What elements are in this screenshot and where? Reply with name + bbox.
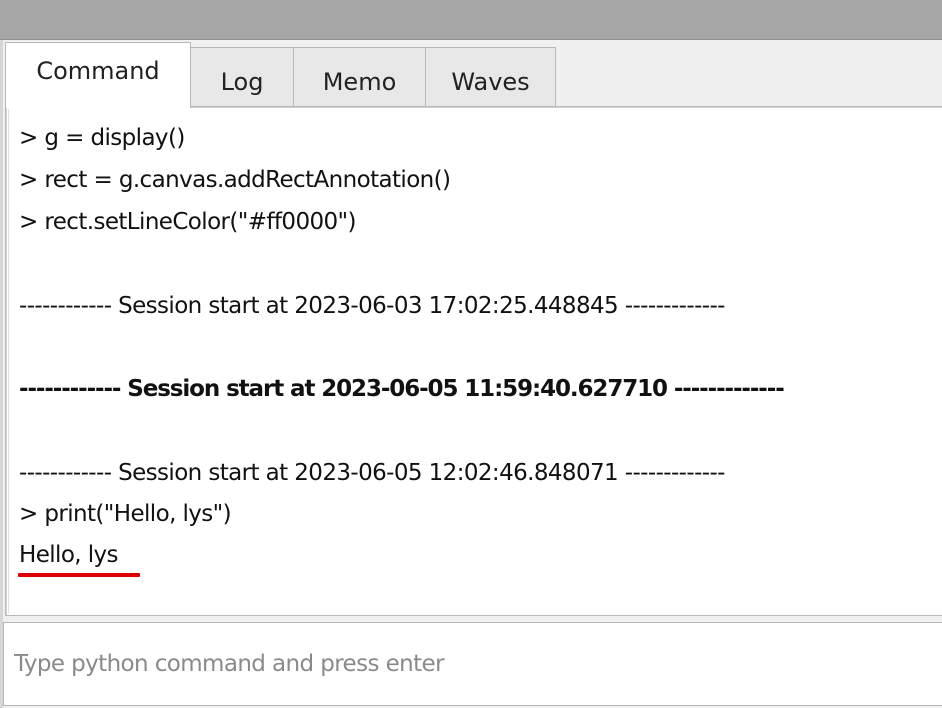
tab-command[interactable]: Command bbox=[5, 42, 191, 108]
tab-log[interactable]: Log bbox=[190, 47, 294, 106]
console-line: > rect = g.canvas.addRectAnnotation() bbox=[19, 167, 451, 193]
title-bar[interactable] bbox=[0, 0, 942, 40]
session-start-line: ------------ Session start at 2023-06-05… bbox=[19, 460, 725, 486]
session-start-line: ------------ Session start at 2023-06-05… bbox=[19, 376, 785, 402]
session-start-line: ------------ Session start at 2023-06-03… bbox=[19, 293, 725, 319]
tab-waves[interactable]: Waves bbox=[425, 47, 556, 106]
console-line: > print("Hello, lys") bbox=[19, 501, 232, 527]
command-input[interactable] bbox=[4, 623, 942, 705]
console-output[interactable]: > g = display() > rect = g.canvas.addRec… bbox=[5, 106, 942, 616]
tab-bar: Command Log Memo Waves bbox=[3, 40, 942, 108]
tab-memo[interactable]: Memo bbox=[293, 47, 426, 106]
command-input-panel bbox=[3, 622, 942, 706]
console-output-line: Hello, lys bbox=[19, 542, 119, 568]
console-output-content: > g = display() > rect = g.canvas.addRec… bbox=[8, 109, 942, 613]
red-underline-annotation bbox=[18, 573, 140, 577]
console-line: > rect.setLineColor("#ff0000") bbox=[19, 209, 357, 235]
app-window: Command Log Memo Waves > g = display() >… bbox=[0, 0, 942, 708]
window-left-edge bbox=[0, 40, 3, 708]
console-line: > g = display() bbox=[19, 125, 185, 151]
